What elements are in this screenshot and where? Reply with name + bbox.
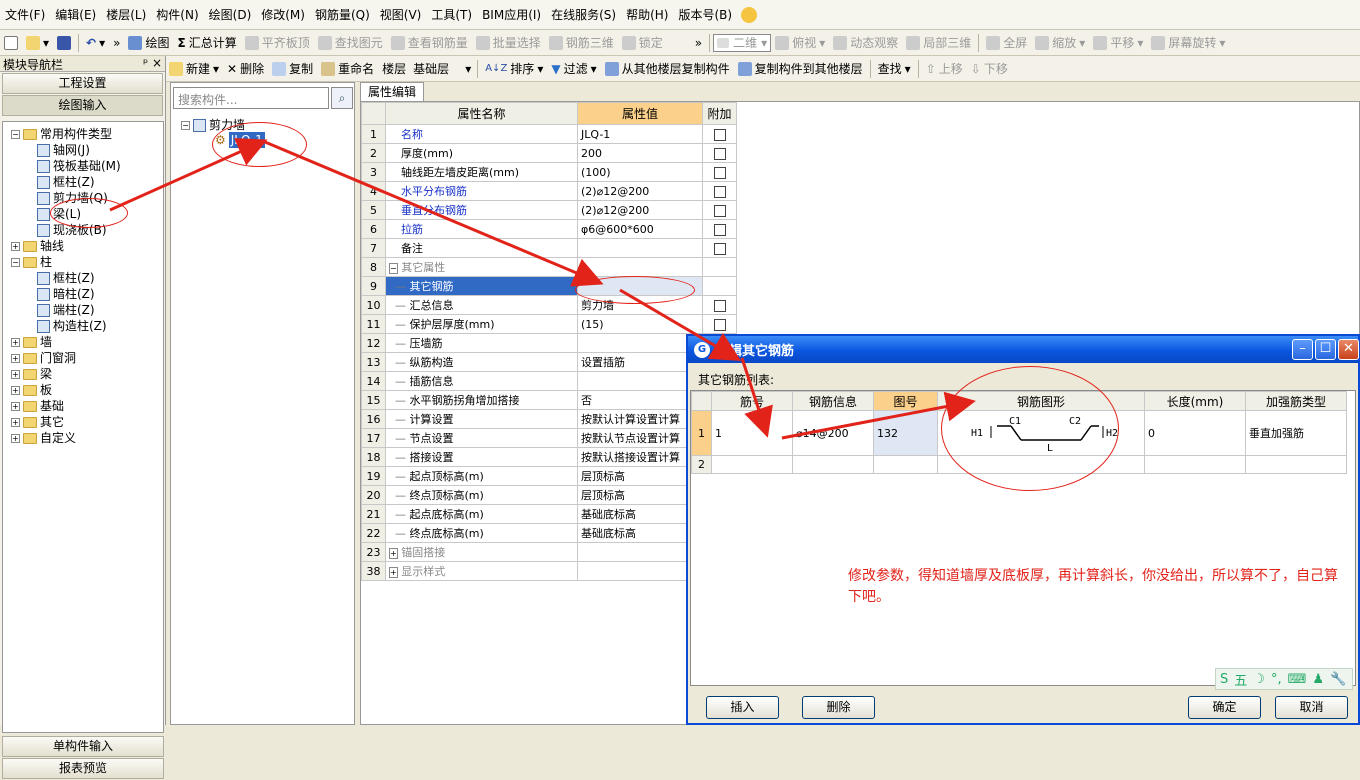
arrow-to-jlq1 [109, 138, 268, 212]
single-input-button[interactable]: 单构件输入 [2, 736, 164, 757]
arrow-to-other-rebar [264, 140, 604, 287]
arrow-to-dialog [619, 288, 742, 362]
arrow-to-shape [781, 391, 976, 440]
annotation-arrows [109, 138, 976, 440]
arrow-to-bar-info [740, 357, 773, 438]
report-preview-button[interactable]: 报表预览 [2, 758, 164, 779]
